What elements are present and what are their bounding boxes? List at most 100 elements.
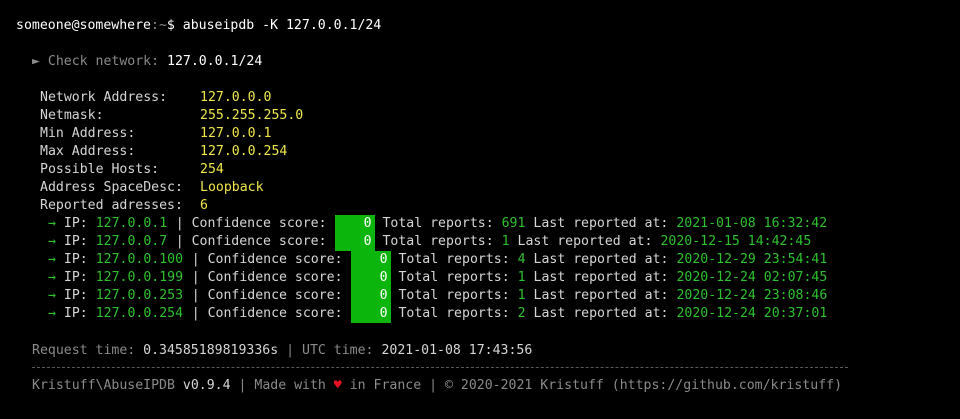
request-time-value: 0.34585189819336s [143, 343, 279, 358]
network-info-value: Loopback [200, 180, 264, 195]
ip-label: IP: [63, 252, 88, 267]
confidence-label: Confidence score: [207, 288, 343, 303]
confidence-score-badge: 0 [334, 215, 375, 233]
ip-address: 127.0.0.254 [95, 306, 184, 321]
network-info-value: 255.255.255.0 [200, 108, 304, 123]
request-time-label: Request time: [32, 343, 136, 358]
confidence-score-badge: 0 [350, 287, 391, 305]
in-france-text: in France [349, 378, 422, 393]
network-info-label: Netmask: [40, 108, 104, 123]
ip-address: 127.0.0.253 [95, 288, 184, 303]
footer-line: Kristuff\AbuseIPDB v0.9.4 | Made with ♥ … [32, 377, 842, 395]
footer-separator: | [238, 378, 247, 393]
column-separator: | [191, 252, 200, 267]
utc-time-label: UTC time: [302, 343, 374, 358]
total-reports-value: 2 [517, 306, 526, 321]
network-info-value: 254 [200, 162, 224, 177]
ip-address: 127.0.0.199 [95, 270, 184, 285]
last-reported-label: Last reported at: [533, 306, 669, 321]
app-version: v0.9.4 [182, 378, 231, 393]
confidence-label: Confidence score: [207, 306, 343, 321]
command-text: abuseipdb -K 127.0.0.1/24 [182, 18, 382, 33]
network-info-row: Address SpaceDesc: Loopback [40, 179, 264, 197]
reported-ip-row: → IP: 127.0.0.254 | Confidence score: 0 T… [48, 305, 827, 323]
reported-ip-row: → IP: 127.0.0.199 | Confidence score: 0 T… [48, 269, 827, 287]
network-info-row: Netmask: 255.255.255.0 [40, 107, 303, 125]
utc-time-value: 2021-01-08 17:43:56 [381, 343, 533, 358]
confidence-score-badge: 0 [350, 251, 391, 269]
ip-address: 127.0.0.100 [95, 252, 184, 267]
terminal-window[interactable]: someone@somewhere:~$ abuseipdb -K 127.0.… [0, 0, 960, 419]
ip-label: IP: [63, 306, 88, 321]
network-info-row: Possible Hosts: 254 [40, 161, 224, 179]
network-info-value: 127.0.0.0 [200, 90, 272, 105]
prompt-path: ~ [158, 18, 167, 33]
reported-ip-row: → IP: 127.0.0.7 | Confidence score: 0 Tot… [48, 233, 811, 251]
heart-icon: ♥ [333, 378, 342, 393]
last-reported-label: Last reported at: [533, 252, 669, 267]
app-name: Kristuff\AbuseIPDB [32, 378, 175, 393]
total-reports-value: 1 [517, 270, 526, 285]
dashed-divider [32, 367, 848, 368]
total-reports-label: Total reports: [382, 234, 494, 249]
last-reported-value: 2020-12-24 23:08:46 [676, 288, 828, 303]
total-reports-label: Total reports: [398, 288, 510, 303]
total-reports-value: 1 [517, 288, 526, 303]
confidence-label: Confidence score: [191, 216, 327, 231]
network-info-row: Network Address: 127.0.0.0 [40, 89, 271, 107]
total-reports-label: Total reports: [398, 252, 510, 267]
prompt-separator: : [150, 18, 159, 33]
last-reported-value: 2020-12-24 20:37:01 [676, 306, 828, 321]
network-info-value: 127.0.0.1 [200, 126, 272, 141]
right-arrow-icon: → [48, 216, 56, 231]
column-separator: | [175, 216, 184, 231]
network-info-label: Network Address: [40, 90, 168, 105]
right-arrow-icon: → [48, 270, 56, 285]
column-separator: | [191, 270, 200, 285]
total-reports-value: 1 [501, 234, 510, 249]
prompt-symbol: $ [166, 18, 183, 33]
reported-ip-row: → IP: 127.0.0.100 | Confidence score: 0 T… [48, 251, 827, 269]
total-reports-value: 691 [501, 216, 526, 231]
column-separator: | [175, 234, 184, 249]
command-prompt-line: someone@somewhere:~$ abuseipdb -K 127.0.… [16, 17, 381, 35]
column-separator: | [191, 288, 200, 303]
ip-label: IP: [63, 216, 88, 231]
network-info-value: 127.0.0.254 [200, 144, 288, 159]
right-arrow-icon: → [48, 252, 56, 267]
ip-label: IP: [63, 270, 88, 285]
check-network-value: 127.0.0.1/24 [167, 54, 263, 69]
network-info-value: 6 [200, 198, 208, 213]
network-info-label: Max Address: [40, 144, 136, 159]
confidence-label: Confidence score: [207, 252, 343, 267]
right-arrow-icon: → [48, 306, 56, 321]
confidence-score-badge: 0 [350, 305, 391, 323]
ip-label: IP: [63, 234, 88, 249]
network-info-label: Min Address: [40, 126, 136, 141]
right-arrow-icon: → [48, 234, 56, 249]
footer-separator: | [286, 343, 295, 358]
confidence-label: Confidence score: [207, 270, 343, 285]
column-separator: | [191, 306, 200, 321]
network-info-row: Reported adresses: 6 [40, 197, 208, 215]
play-arrow-icon: ► [32, 54, 40, 69]
prompt-user-host: someone@somewhere [16, 18, 151, 33]
reported-ip-row: → IP: 127.0.0.1 | Confidence score: 0 Tot… [48, 215, 827, 233]
last-reported-value: 2020-12-29 23:54:41 [676, 252, 828, 267]
check-network-line: ► Check network: 127.0.0.1/24 [32, 53, 262, 71]
footer-separator: | [429, 378, 438, 393]
last-reported-label: Last reported at: [533, 270, 669, 285]
network-info-label: Possible Hosts: [40, 162, 160, 177]
last-reported-label: Last reported at: [517, 234, 653, 249]
check-network-label: Check network: [47, 54, 160, 69]
last-reported-value: 2020-12-24 02:07:45 [676, 270, 828, 285]
total-reports-label: Total reports: [398, 306, 510, 321]
network-info-row: Min Address: 127.0.0.1 [40, 125, 271, 143]
confidence-label: Confidence score: [191, 234, 327, 249]
confidence-score-badge: 0 [334, 233, 375, 251]
total-reports-label: Total reports: [382, 216, 494, 231]
network-info-label: Reported adresses: [40, 198, 183, 213]
last-reported-value: 2021-01-08 16:32:42 [676, 216, 828, 231]
last-reported-label: Last reported at: [533, 216, 669, 231]
ip-address: 127.0.0.7 [95, 234, 168, 249]
